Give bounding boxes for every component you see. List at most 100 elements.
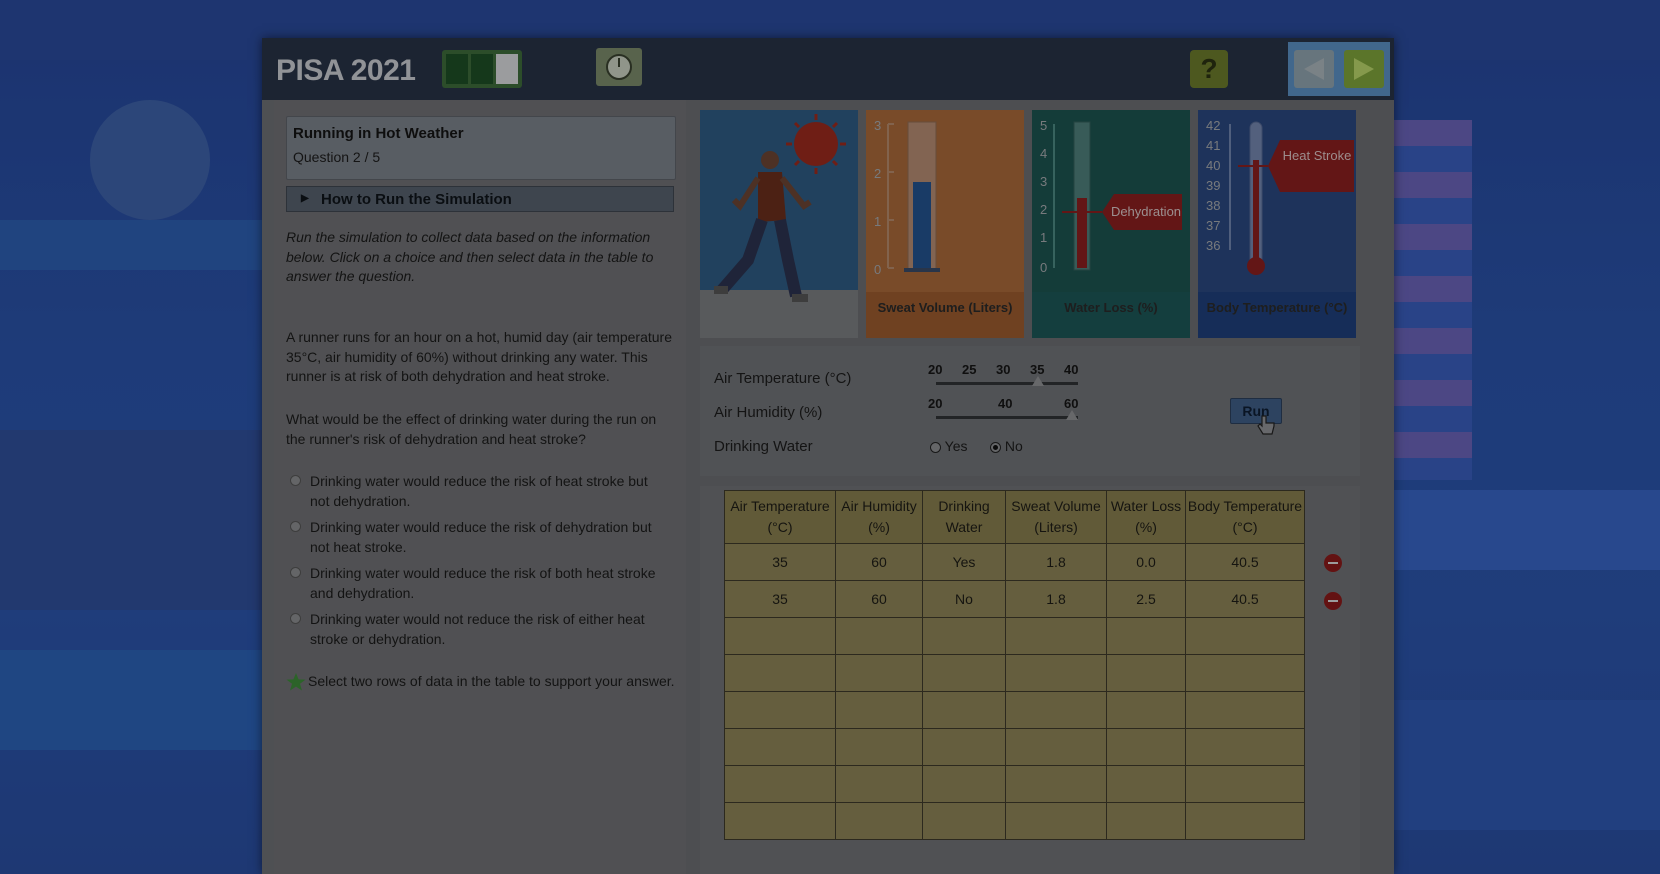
table-cell: 1.8 — [1005, 580, 1107, 618]
how-to-run-toggle[interactable]: ▶ How to Run the Simulation — [286, 186, 674, 212]
sweat-cylinder — [887, 121, 940, 272]
column-header: Water Loss (%) — [1106, 490, 1186, 544]
runner-illustration — [714, 114, 846, 302]
simulation-controls: Air Temperature (°C) 20 25 30 35 40 Air … — [700, 346, 1360, 476]
column-header: Drinking Water — [922, 490, 1006, 544]
back-arrow-icon — [1304, 58, 1324, 80]
empty-table-row[interactable] — [724, 617, 1305, 655]
water-loss-label: Water Loss (%) — [1032, 292, 1190, 338]
drinking-water-label: Drinking Water — [714, 438, 813, 455]
empty-table-row[interactable] — [724, 654, 1305, 692]
simulation-panel: 3 2 1 0 Sweat Volume (Liters) 5 4 3 2 1 … — [686, 100, 1394, 874]
navigation-box — [1288, 42, 1390, 96]
hand-cursor-icon — [1257, 415, 1275, 435]
table-cell: No — [922, 580, 1006, 618]
table-cell: 0.0 — [1106, 543, 1186, 581]
slider-tick: 20 — [928, 396, 943, 411]
scenario-text: A runner runs for an hour on a hot, humi… — [286, 329, 672, 384]
column-header: Air Temperature (°C) — [724, 490, 836, 544]
answer-radio[interactable] — [290, 613, 301, 624]
results-table-area: Air Temperature (°C) Air Humidity (%) Dr… — [700, 486, 1360, 874]
answer-choice-label: Drinking water would reduce the risk of … — [310, 565, 656, 601]
clock-icon — [606, 54, 632, 80]
progress-segment-current — [496, 54, 518, 84]
table-cell: 40.5 — [1185, 580, 1305, 618]
column-header: Sweat Volume (Liters) — [1005, 490, 1107, 544]
drinking-water-no-label: No — [1004, 438, 1023, 454]
caret-right-icon: ▶ — [301, 193, 309, 204]
table-cell: 2.5 — [1106, 580, 1186, 618]
instructions-text: Run the simulation to collect data based… — [286, 229, 654, 284]
air-humidity-slider[interactable] — [936, 416, 1078, 419]
table-cell: 40.5 — [1185, 543, 1305, 581]
air-humidity-slider-thumb[interactable] — [1066, 410, 1078, 420]
table-header-row: Air Temperature (°C) Air Humidity (%) Dr… — [724, 490, 1305, 544]
progress-segment — [446, 54, 468, 84]
drinking-water-yes-label: Yes — [944, 438, 968, 454]
progress-indicator — [442, 50, 522, 88]
air-temperature-slider[interactable] — [936, 382, 1078, 385]
drinking-water-no-radio[interactable] — [990, 441, 1001, 453]
table-cell: 35 — [724, 543, 836, 581]
previous-button[interactable] — [1294, 50, 1334, 88]
table-cell: 60 — [835, 580, 923, 618]
answer-radio[interactable] — [290, 475, 301, 486]
body-temperature-label: Body Temperature (°C) — [1198, 292, 1356, 338]
assessment-window: PISA 2021 ? Running in Hot Weather Quest… — [262, 38, 1394, 874]
empty-table-row[interactable] — [724, 802, 1305, 840]
thermometer — [1229, 121, 1354, 275]
answer-choice-label: Drinking water would reduce the risk of … — [310, 473, 648, 509]
question-panel: Running in Hot Weather Question 2 / 5 ▶ … — [274, 100, 686, 874]
table-row[interactable]: 35 60 No 1.8 2.5 40.5 — [724, 580, 1305, 618]
table-cell: 1.8 — [1005, 543, 1107, 581]
forward-arrow-icon — [1354, 58, 1374, 80]
sweat-volume-label: Sweat Volume (Liters) — [866, 292, 1024, 338]
slider-tick: 20 — [928, 362, 943, 377]
column-header: Body Temperature (°C) — [1185, 490, 1305, 544]
question-title: Running in Hot Weather — [293, 125, 464, 142]
answer-radio[interactable] — [290, 521, 301, 532]
remove-row-icon[interactable] — [1324, 554, 1342, 572]
drinking-water-yes-option[interactable]: Yes — [930, 438, 967, 454]
slider-tick: 30 — [996, 362, 1011, 377]
question-number: Question 2 / 5 — [293, 149, 381, 165]
drinking-water-yes-radio[interactable] — [930, 441, 941, 453]
runner-scene — [700, 110, 858, 338]
top-bar: PISA 2021 ? — [262, 38, 1394, 100]
empty-table-row[interactable] — [724, 691, 1305, 729]
answer-choice-label: Drinking water would not reduce the risk… — [310, 611, 645, 647]
timer-button[interactable] — [596, 48, 642, 86]
table-instruction: Select two rows of data in the table to … — [308, 673, 675, 689]
table-cell: Yes — [922, 543, 1006, 581]
question-prompt: What would be the effect of drinking wat… — [286, 411, 657, 447]
dehydration-flag: Dehydration — [1110, 204, 1182, 219]
slider-tick: 40 — [1064, 362, 1079, 377]
how-to-run-label: How to Run the Simulation — [321, 191, 512, 208]
empty-table-row[interactable] — [724, 765, 1305, 803]
drinking-water-no-option[interactable]: No — [990, 438, 1023, 454]
table-cell: 60 — [835, 543, 923, 581]
remove-row-icon[interactable] — [1324, 592, 1342, 610]
table-cell: 35 — [724, 580, 836, 618]
air-temperature-slider-thumb[interactable] — [1032, 376, 1044, 386]
progress-segment — [471, 54, 493, 84]
empty-table-row[interactable] — [724, 728, 1305, 766]
slider-tick: 35 — [1030, 362, 1045, 377]
air-humidity-label: Air Humidity (%) — [714, 404, 823, 421]
next-button[interactable] — [1344, 50, 1384, 88]
slider-tick: 60 — [1064, 396, 1079, 411]
answer-choice-label: Drinking water would reduce the risk of … — [310, 519, 652, 555]
answer-radio[interactable] — [290, 567, 301, 578]
brand-title: PISA 2021 — [276, 54, 416, 87]
slider-tick: 40 — [998, 396, 1013, 411]
heat-stroke-flag: Heat Stroke — [1282, 148, 1352, 163]
slider-tick: 25 — [962, 362, 977, 377]
help-button[interactable]: ? — [1190, 50, 1228, 88]
column-header: Air Humidity (%) — [835, 490, 923, 544]
sweat-volume-meter: 3 2 1 0 Sweat Volume (Liters) — [866, 110, 1024, 338]
water-gauge — [1053, 121, 1182, 271]
table-row[interactable]: 35 60 Yes 1.8 0.0 40.5 — [724, 543, 1305, 581]
body-temperature-meter: 42 41 40 39 38 37 36 Heat Stroke Body Te… — [1198, 110, 1356, 338]
question-header: Running in Hot Weather Question 2 / 5 — [286, 116, 676, 180]
water-loss-meter: 5 4 3 2 1 0 Dehydration Water Loss (%) — [1032, 110, 1190, 338]
